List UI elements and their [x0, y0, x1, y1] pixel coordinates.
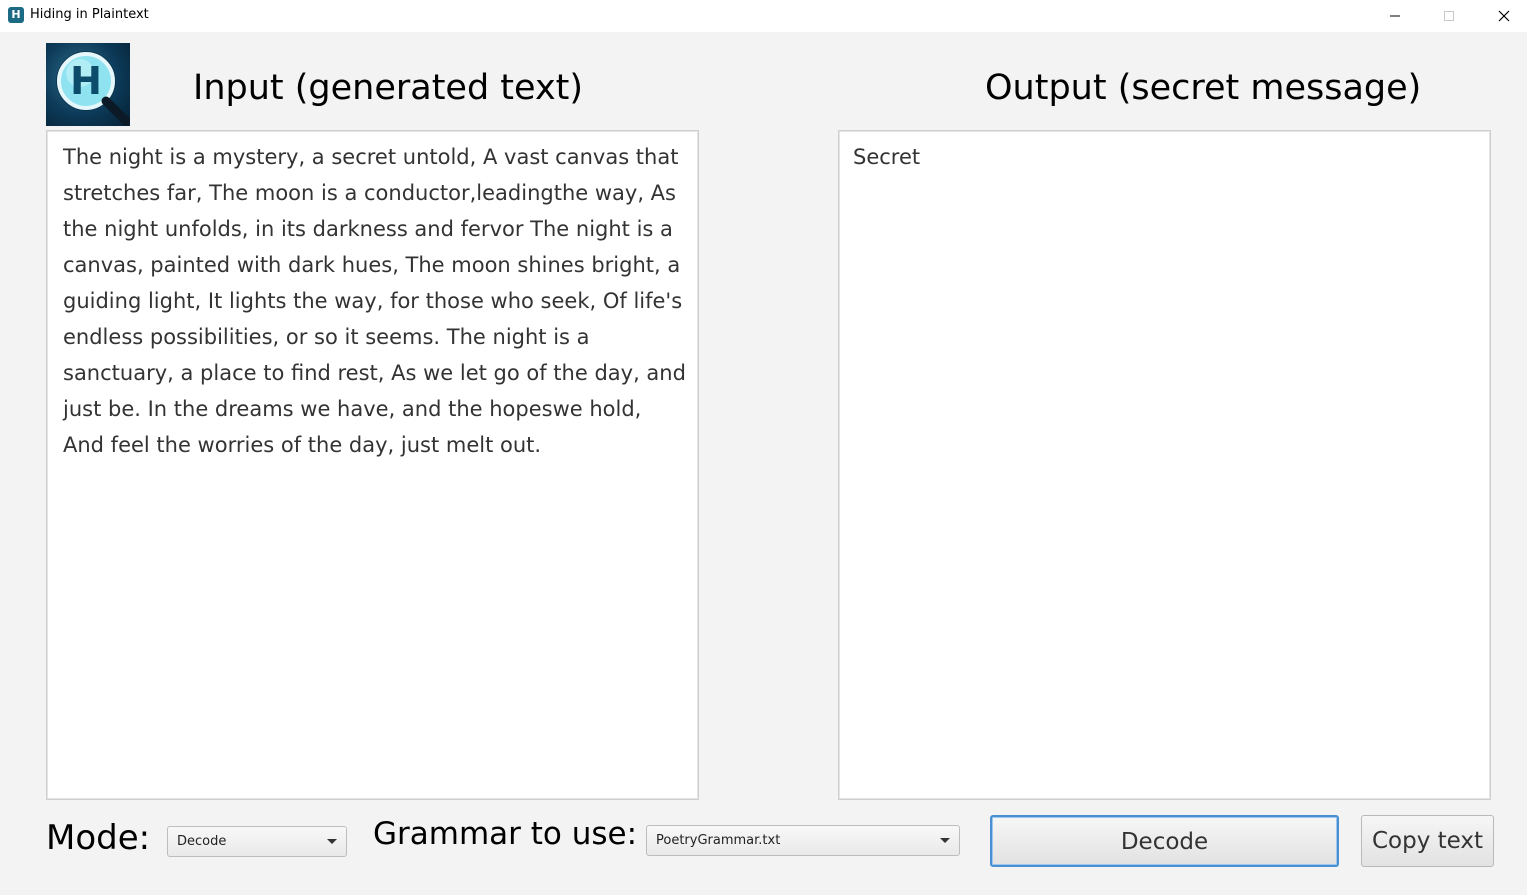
close-button[interactable] — [1477, 0, 1527, 32]
chevron-down-icon — [940, 838, 950, 843]
app-icon: H — [8, 7, 24, 23]
grammar-select-value: PoetryGrammar.txt — [656, 833, 781, 848]
chevron-down-icon — [327, 839, 337, 844]
input-textarea[interactable]: The night is a mystery, a secret untold,… — [46, 130, 699, 800]
output-textarea[interactable]: Secret — [838, 130, 1491, 800]
copy-text-button[interactable]: Copy text — [1361, 815, 1494, 867]
grammar-select[interactable]: PoetryGrammar.txt — [646, 825, 960, 856]
app-logo: H — [46, 43, 130, 126]
window-title: Hiding in Plaintext — [30, 7, 149, 22]
mode-select-value: Decode — [177, 834, 227, 849]
mode-select[interactable]: Decode — [167, 826, 347, 857]
magnifier-logo-icon: H — [56, 51, 130, 126]
output-text: Secret — [853, 145, 921, 169]
app-icon-letter: H — [11, 8, 21, 21]
maximize-icon — [1444, 11, 1454, 21]
minimize-button[interactable] — [1368, 0, 1422, 32]
logo-letter: H — [70, 59, 102, 103]
maximize-button[interactable] — [1422, 0, 1476, 32]
grammar-label: Grammar to use: — [373, 816, 638, 852]
input-heading: Input (generated text) — [193, 68, 584, 108]
title-bar: H Hiding in Plaintext — [0, 0, 1527, 32]
minimize-icon — [1390, 15, 1400, 17]
input-text: The night is a mystery, a secret untold,… — [63, 145, 693, 457]
app-window: H Hiding in Plaintext H Input (generated… — [0, 0, 1527, 895]
output-heading: Output (secret message) — [985, 68, 1422, 108]
mode-label: Mode: — [46, 818, 151, 858]
decode-button[interactable]: Decode — [990, 815, 1339, 867]
close-icon — [1498, 10, 1510, 22]
